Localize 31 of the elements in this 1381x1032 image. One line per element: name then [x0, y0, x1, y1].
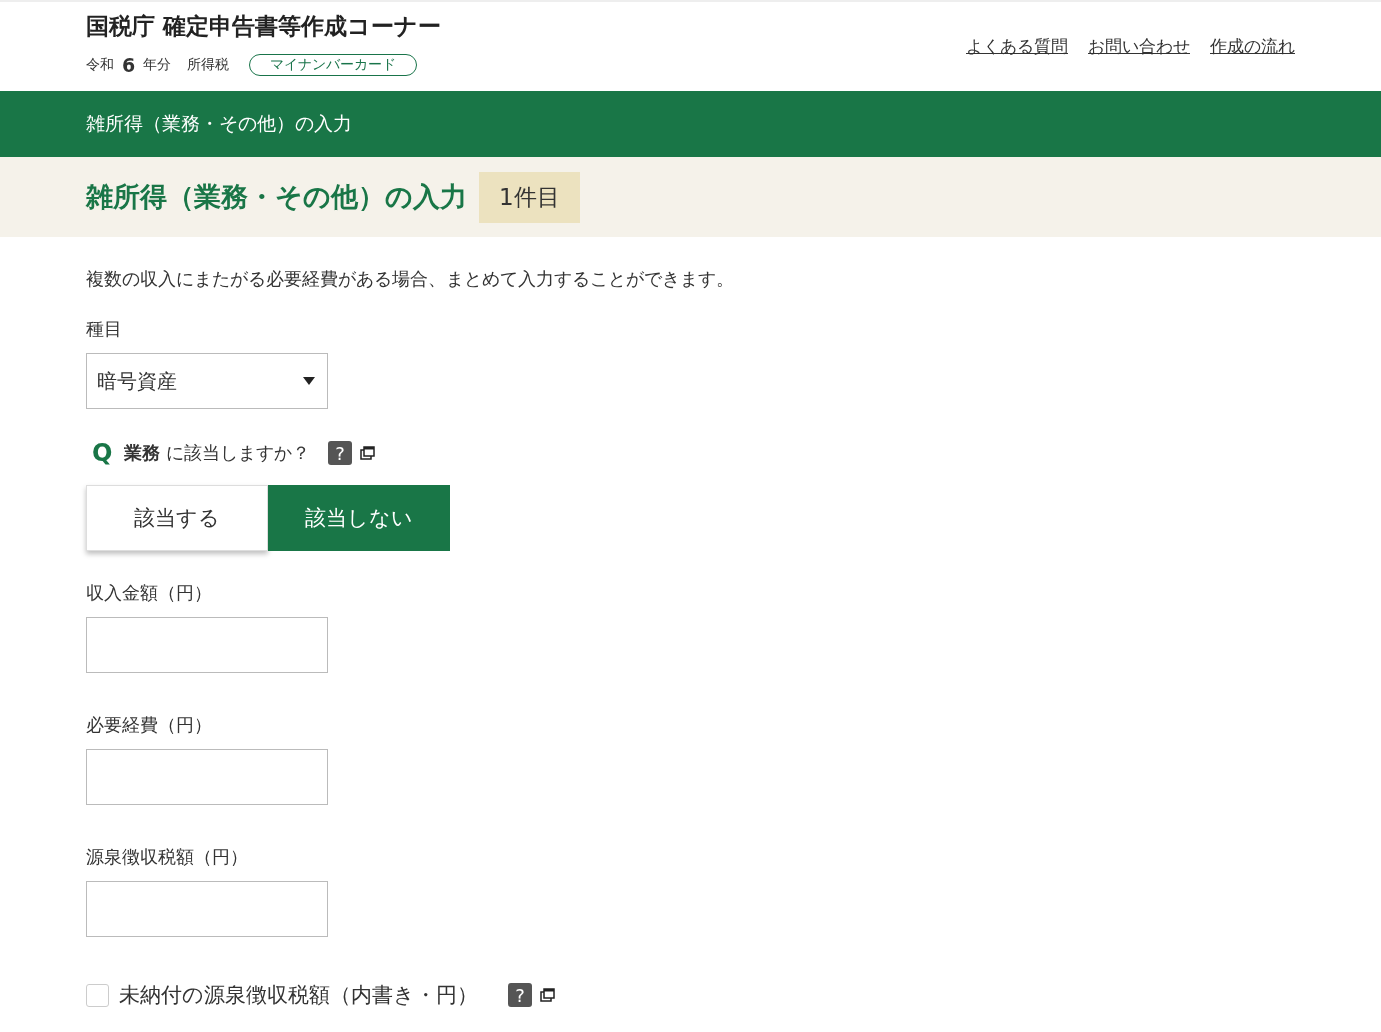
caret-icon: [303, 377, 315, 385]
question-mark-label: Q: [92, 439, 113, 467]
question-text: 業務 に該当しますか？: [124, 441, 311, 465]
answer-option[interactable]: 該当しない: [268, 485, 450, 551]
header-link[interactable]: 作成の流れ: [1210, 35, 1295, 58]
new-window-icon: [360, 446, 376, 460]
intro-text: 複数の収入にまたがる必要経費がある場合、まとめて入力することができます。: [86, 267, 735, 291]
category-label: 種目: [86, 317, 123, 341]
header-link[interactable]: よくある質問: [966, 35, 1068, 58]
help-button[interactable]: ?: [328, 441, 353, 465]
field-label: 収入金額（円）: [86, 581, 213, 605]
new-window-icon: [540, 988, 555, 1002]
checkbox[interactable]: [86, 983, 109, 1007]
item-count-badge: 1件目: [479, 171, 580, 223]
category-select[interactable]: 暗号資産: [86, 353, 328, 409]
amount-input[interactable]: [86, 881, 328, 937]
era-label: 令和: [86, 56, 114, 74]
page-heading: 雑所得（業務・その他）の入力: [86, 180, 467, 214]
header-link[interactable]: お問い合わせ: [1088, 35, 1190, 58]
year-suffix: 年分: [143, 56, 172, 74]
field-label: 必要経費（円）: [86, 713, 213, 737]
site-title: 国税庁 確定申告書等作成コーナー: [86, 12, 441, 41]
help-button[interactable]: ?: [508, 983, 532, 1007]
field-label: 源泉徴収税額（円）: [86, 845, 249, 869]
section-bar-title: 雑所得（業務・その他）の入力: [86, 111, 352, 136]
answer-option[interactable]: 該当する: [86, 485, 268, 551]
checkbox-label: 未納付の源泉徴収税額（内書き・円）: [119, 982, 478, 1009]
tax-type-label: 所得税: [187, 56, 230, 74]
amount-input[interactable]: [86, 749, 328, 805]
amount-input[interactable]: [86, 617, 328, 673]
year-number: 6: [122, 54, 136, 76]
